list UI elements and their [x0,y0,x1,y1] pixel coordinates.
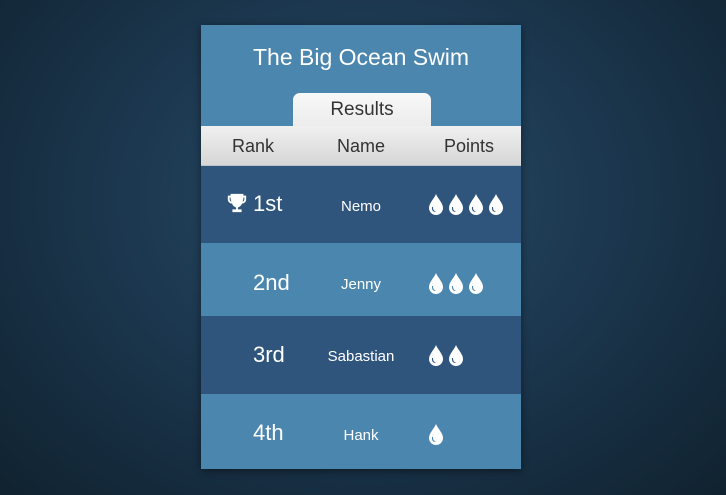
column-header-rank: Rank [231,136,275,156]
water-drop-icon [489,194,503,215]
table-row: 4th Hank [201,394,521,469]
swimmer-name: Hank [343,427,379,444]
points-drops [427,423,445,445]
water-drop-icon [449,345,463,366]
points-drops [427,272,485,294]
water-drop-icon [469,194,483,215]
points-drops [427,193,505,215]
results-card: The Big Ocean Swim Results Rank Name Poi… [201,25,521,469]
water-drop-icon [449,273,463,294]
tab-results[interactable]: Results [293,93,431,127]
swimmer-name: Sabastian [327,348,395,365]
column-header-name: Name [336,136,385,156]
column-header-points: Points [443,136,495,156]
points-drops [427,344,465,366]
swimmer-name: Nemo [340,198,381,215]
rank-label: 1st [253,191,283,216]
water-drop-icon [429,273,443,294]
table-header: Rank Name Points [201,126,521,166]
table-row: 2nd Jenny [201,243,521,316]
water-drop-icon [429,345,443,366]
swimmer-name: Jenny [340,276,382,293]
water-drop-icon [429,194,443,215]
page-title: The Big Ocean Swim [252,44,470,70]
water-drop-icon [469,273,483,294]
water-drop-icon [449,194,463,215]
trophy-icon [227,193,247,213]
water-drop-icon [429,424,443,445]
rank-label: 2nd [253,270,290,295]
table-row: 1st Nemo [201,166,521,243]
rank-label: 4th [253,420,284,445]
rank-label: 3rd [253,342,285,367]
table-row: 3rd Sabastian [201,316,521,394]
